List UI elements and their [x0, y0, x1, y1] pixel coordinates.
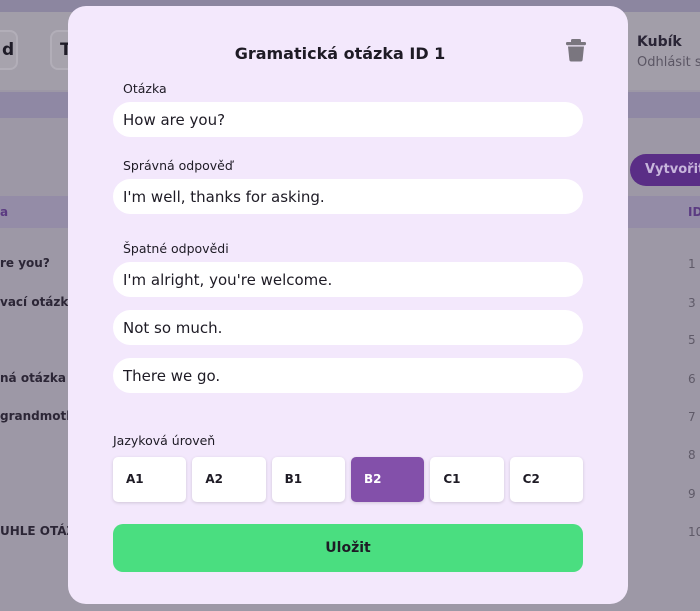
table-row-id: 9	[688, 487, 696, 501]
trash-icon[interactable]	[565, 38, 587, 62]
wrong-answers-label: Špatné odpovědi	[123, 241, 229, 256]
create-button[interactable]: Vytvořit	[630, 154, 700, 186]
table-row-id: 1	[688, 257, 696, 271]
table-row-text[interactable]: ná otázka n	[0, 371, 79, 385]
logout-link[interactable]: Odhlásit se	[637, 55, 700, 70]
table-header-question: a	[0, 205, 9, 219]
modal-title: Gramatická otázka ID 1	[234, 44, 446, 63]
table-row-id: 8	[688, 448, 696, 462]
question-input[interactable]	[113, 102, 583, 137]
user-name: Kubík	[637, 34, 682, 50]
question-label: Otázka	[123, 81, 167, 96]
nav-pill-1-label: d	[2, 40, 15, 60]
edit-question-modal: Gramatická otázka ID 1 Otázka Správná od…	[68, 6, 628, 604]
correct-answer-label: Správná odpověď	[123, 158, 233, 173]
save-button[interactable]: Uložit	[113, 524, 583, 572]
level-button-b1[interactable]: B1	[271, 457, 345, 502]
level-button-a2[interactable]: A2	[192, 457, 266, 502]
level-button-c2[interactable]: C2	[509, 457, 583, 502]
table-row-id: 6	[688, 372, 696, 386]
table-row-id: 5	[688, 333, 696, 347]
wrong-answer-input-3[interactable]	[113, 358, 583, 393]
table-row-id: 7	[688, 410, 696, 424]
wrong-answer-input-2[interactable]	[113, 310, 583, 345]
table-row-text[interactable]: vací otázka	[0, 295, 76, 309]
correct-answer-input[interactable]	[113, 179, 583, 214]
table-row-text[interactable]: re you?	[0, 256, 50, 270]
table-row-id: 10	[688, 525, 700, 539]
nav-pill-1[interactable]: d	[0, 30, 18, 70]
table-row-id: 3	[688, 296, 696, 310]
level-button-b2[interactable]: B2	[350, 457, 425, 502]
level-button-c1[interactable]: C1	[430, 457, 504, 502]
table-header-id: ID	[688, 205, 700, 219]
language-level-label: Jazyková úroveň	[113, 433, 216, 448]
language-level-selector: A1 A2 B1 B2 C1 C2	[113, 457, 583, 502]
level-button-a1[interactable]: A1	[113, 457, 187, 502]
wrong-answer-input-1[interactable]	[113, 262, 583, 297]
